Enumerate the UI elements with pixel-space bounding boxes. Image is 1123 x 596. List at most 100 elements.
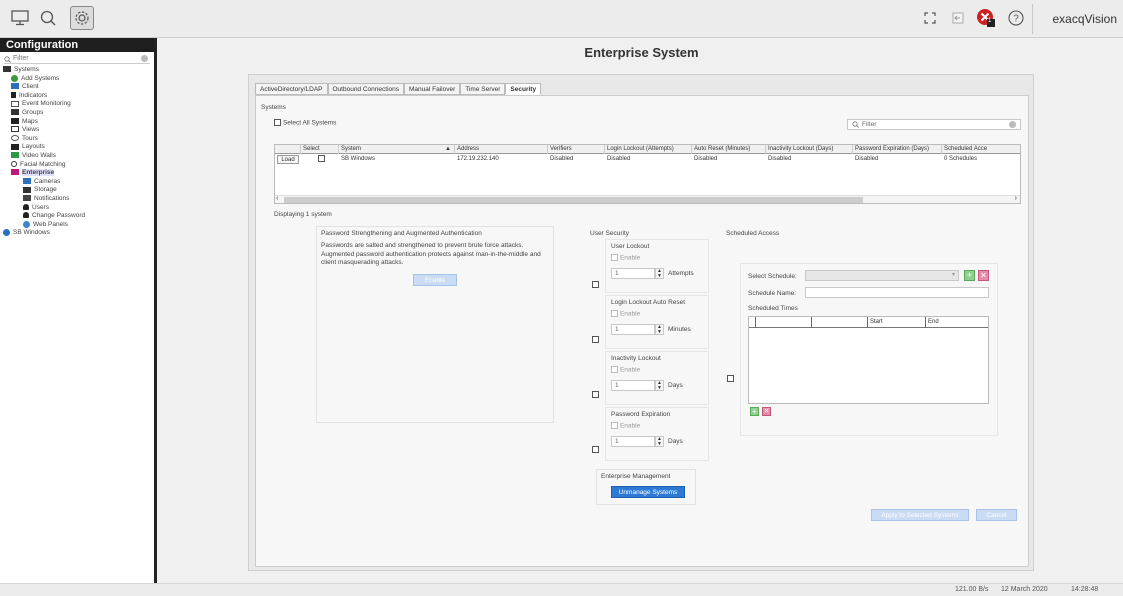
sidebar-item-groups[interactable]: Groups [3,109,154,118]
monitor-icon[interactable] [8,6,32,30]
auto-reset-select [592,336,599,343]
user-lockout-enable-checkbox[interactable] [611,254,618,261]
user-lockout-stepper[interactable]: ▲ ▼ [655,268,664,279]
auto-reset-select-checkbox[interactable] [592,336,599,343]
user-lockout-enable-row: Enable [611,254,640,261]
select-all-checkbox[interactable] [274,119,281,126]
tab-security[interactable]: Security [505,83,542,95]
user-lockout-unit: Attempts [668,270,694,277]
column-header-select[interactable]: Select [301,145,339,154]
add-time-icon[interactable]: + [750,407,759,416]
auto-reset-enable-checkbox[interactable] [611,310,618,317]
clear-icon[interactable] [141,55,148,62]
add-schedule-icon[interactable]: + [964,270,975,281]
sidebar-item-cameras[interactable]: Cameras [3,178,154,187]
cell-address: 172.19.232.140 [457,156,499,162]
column-header-scheduled-access[interactable]: Scheduled Acce [942,145,1022,154]
sidebar-item-client[interactable]: Client [3,83,154,92]
apply-to-selected-systems-button[interactable]: Apply to Selected Systems [871,509,969,521]
load-button[interactable]: Load [277,155,299,164]
sidebar-item-storage[interactable]: Storage [3,186,154,195]
sidebar-item-facial-matching[interactable]: Facial Matching [3,161,154,170]
sidebar-item-maps[interactable]: Maps [3,118,154,127]
row-select-checkbox[interactable] [317,155,325,162]
inactivity-stepper[interactable]: ▲ ▼ [655,380,664,391]
cell-login-lockout: Disabled [607,156,631,162]
column-header-inactivity-lockout[interactable]: Inactivity Lockout (Days) [766,145,853,154]
column-header-password-expiration[interactable]: Password Expiration (Days) [853,145,942,154]
tab-activedirectory-ldap[interactable]: ActiveDirectory/LDAP [255,83,328,95]
user-lockout-select-checkbox[interactable] [592,281,599,288]
sidebar-item-change-password[interactable]: Change Password [3,212,154,221]
password-expiration-select-checkbox[interactable] [592,446,599,453]
inactivity-enable-checkbox[interactable] [611,366,618,373]
scrollbar-thumb[interactable] [284,197,863,203]
auto-reset-minutes-input[interactable]: 1 [611,324,655,335]
search-icon[interactable] [36,6,60,30]
inactivity-days-input[interactable]: 1 [611,380,655,391]
clear-icon[interactable] [1009,121,1016,128]
sidebar-item-users[interactable]: Users [3,204,154,213]
enterprise-management-title: Enterprise Management [601,473,671,480]
sidebar-item-sb-windows[interactable]: SB Windows [3,229,154,238]
tab-time-server[interactable]: Time Server [460,83,506,95]
sidebar-item-web-panels[interactable]: Web Panels [3,220,154,230]
sidebar-item-systems[interactable]: Systems [3,66,154,75]
sidebar-item-add-systems[interactable]: Add Systems [3,74,154,84]
schedule-name-input[interactable] [805,287,989,298]
user-lockout-enable-label: Enable [619,254,641,262]
auto-reset-title: Login Lockout Auto Reset [611,299,686,306]
help-icon[interactable]: ? [1004,6,1028,30]
delete-schedule-icon[interactable]: ✕ [978,270,989,281]
select-schedule-label: Select Schedule: [748,273,797,280]
cell-verifiers: Disabled [550,156,574,162]
error-badge-icon[interactable]: 1 [974,6,998,30]
systems-filter-input[interactable]: Filter [847,119,1021,130]
column-header-verifiers[interactable]: Verifiers [548,145,605,154]
sidebar-item-indicators[interactable]: Indicators [3,92,154,101]
password-expiration-enable-checkbox[interactable] [611,422,618,429]
sidebar-item-video-walls[interactable]: Video Walls [3,152,154,161]
sidebar-item-layouts[interactable]: Layouts [3,143,154,152]
sidebar-item-tours[interactable]: Tours [3,135,154,144]
inactivity-enable-row: Enable [611,366,640,373]
notification-icon [23,195,31,202]
horizontal-scrollbar[interactable]: ‹ › [275,195,1020,203]
tab-manual-failover[interactable]: Manual Failover [404,83,461,95]
password-expiration-days-input[interactable]: 1 [611,436,655,447]
delete-time-icon[interactable]: ✕ [762,407,771,416]
column-header [756,317,812,328]
sidebar-item-notifications[interactable]: Notifications [3,195,154,204]
password-expiration-stepper[interactable]: ▲ ▼ [655,436,664,447]
exit-icon[interactable] [946,6,970,30]
stepper-arrows-icon: ▲ ▼ [657,380,662,391]
password-expiration-enable-label: Enable [619,422,641,430]
column-header-system[interactable]: System ▲ [339,145,455,154]
auto-reset-stepper[interactable]: ▲ ▼ [655,324,664,335]
scroll-left-icon[interactable]: ‹ [276,195,278,202]
cancel-button[interactable]: Cancel [976,509,1017,521]
sidebar-item-enterprise[interactable]: Enterprise [3,169,154,178]
scheduled-times-label: Scheduled Times [748,305,798,312]
unmanage-systems-button[interactable]: Unmanage Systems [611,486,685,498]
column-header-login-lockout[interactable]: Login Lockout (Attempts) [605,145,692,154]
expand-icon[interactable] [918,6,942,30]
column-header-address[interactable]: Address [455,145,548,154]
sidebar-item-event-monitoring[interactable]: Event Monitoring [3,100,154,109]
user-lockout-attempts-input[interactable]: 1 [611,268,655,279]
tab-outbound-connections[interactable]: Outbound Connections [327,83,404,95]
select-schedule-dropdown[interactable]: ▾ [805,270,959,281]
scheduled-times-table: Start End [748,316,989,404]
gear-icon[interactable] [70,6,94,30]
scheduled-access-checkbox[interactable] [727,375,734,382]
inactivity-select-checkbox[interactable] [592,391,599,398]
sidebar-filter-placeholder: Filter [13,55,29,62]
scroll-right-icon[interactable]: › [1015,195,1017,202]
sidebar-filter-input[interactable]: Filter [4,54,150,64]
password-expiration-select [592,446,599,453]
password-enable-button[interactable]: Enable [413,274,457,286]
sidebar-item-views[interactable]: Views [3,126,154,135]
column-header-auto-reset[interactable]: Auto Reset (Minutes) [692,145,766,154]
column-header-label: System [341,146,362,152]
table-row[interactable]: Load SB Windows 172.19.232.140 Disabled … [275,155,1020,165]
